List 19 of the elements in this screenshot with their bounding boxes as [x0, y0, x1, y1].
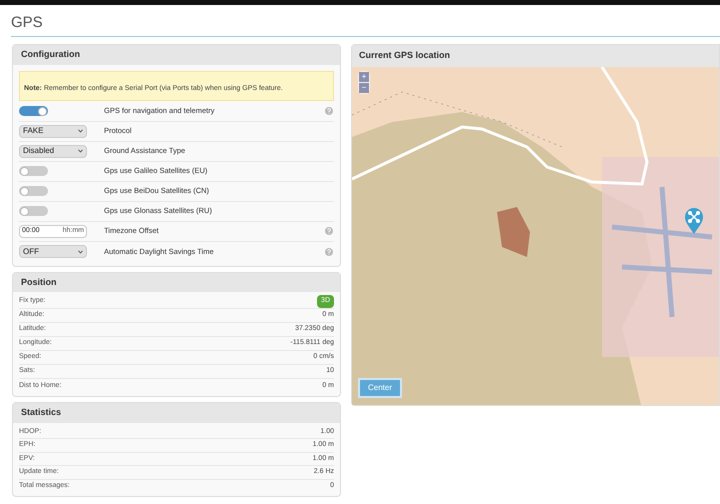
panel-title: Statistics	[13, 403, 340, 422]
dropdown[interactable]: OFF	[19, 245, 87, 258]
panel-title: Configuration	[13, 45, 340, 64]
panel-title: Current GPS location	[352, 45, 719, 66]
chevron-icon	[78, 250, 83, 254]
help-icon[interactable]	[325, 227, 333, 235]
toggle-switch[interactable]	[19, 206, 48, 216]
toggle-switch[interactable]	[19, 106, 48, 116]
dropdown[interactable]: FAKE	[19, 124, 87, 138]
help-icon[interactable]	[325, 107, 333, 115]
drone-marker-icon	[684, 206, 704, 234]
page-title: GPS	[11, 15, 720, 37]
toggle-switch[interactable]	[19, 186, 48, 196]
help-icon[interactable]	[325, 248, 333, 256]
chevron-icon	[78, 149, 83, 153]
panel-title: Position	[13, 272, 340, 292]
dropdown[interactable]: Disabled	[19, 144, 87, 158]
chevron-icon	[78, 129, 83, 133]
toggle-switch[interactable]	[19, 166, 48, 176]
